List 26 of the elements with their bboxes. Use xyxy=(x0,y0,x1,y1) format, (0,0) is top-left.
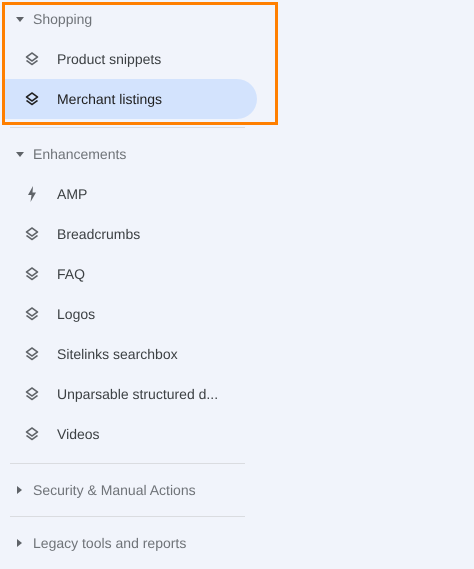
nav-item[interactable]: Unparsable structured d... xyxy=(5,374,257,414)
caret-down-icon[interactable] xyxy=(16,152,24,156)
nav-item[interactable]: Logos xyxy=(5,294,257,334)
layers-icon xyxy=(24,266,40,282)
nav-item[interactable]: Sitelinks searchbox xyxy=(5,334,257,374)
section-header[interactable]: Enhancements xyxy=(33,144,126,164)
layers-icon xyxy=(24,346,40,362)
bolt-icon xyxy=(26,186,36,202)
caret-right-icon[interactable] xyxy=(17,486,22,494)
layers-icon xyxy=(24,426,40,442)
layers-icon xyxy=(24,306,40,322)
nav-item[interactable]: Merchant listings xyxy=(5,79,257,119)
section-header[interactable]: Legacy tools and reports xyxy=(33,532,186,554)
nav-item[interactable]: Product snippets xyxy=(5,39,257,79)
layers-icon xyxy=(24,51,40,67)
layers-icon xyxy=(24,226,40,242)
layers-icon xyxy=(24,386,40,402)
section-header[interactable]: Shopping xyxy=(33,8,92,30)
section-header[interactable]: Security & Manual Actions xyxy=(33,480,196,500)
nav-item[interactable]: FAQ xyxy=(5,254,257,294)
nav-item[interactable]: Videos xyxy=(5,414,257,454)
caret-right-icon[interactable] xyxy=(17,539,22,547)
caret-down-icon[interactable] xyxy=(16,16,24,22)
layers-icon xyxy=(24,91,40,107)
nav-item[interactable]: Breadcrumbs xyxy=(5,214,257,254)
nav-item[interactable]: AMP xyxy=(5,174,257,214)
